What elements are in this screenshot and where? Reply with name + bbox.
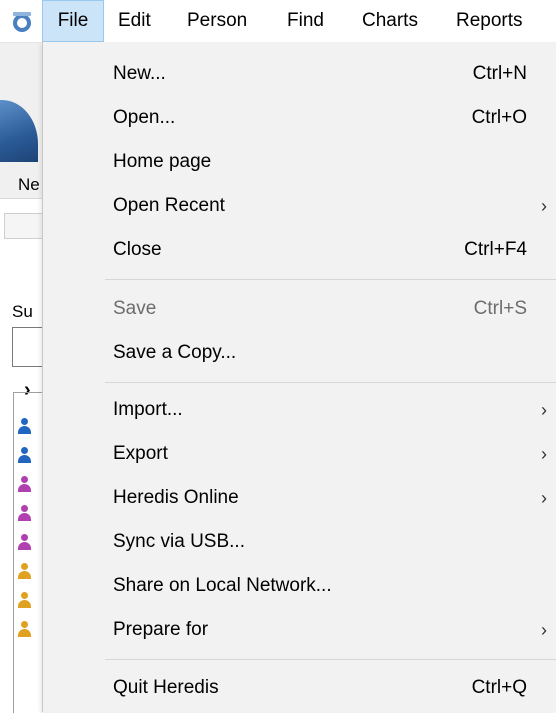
- submenu-arrow-icon: ›: [541, 400, 547, 420]
- menu-item-open-recent[interactable]: Open Recent ›: [43, 184, 556, 228]
- menu-item-import[interactable]: Import... ›: [43, 388, 556, 432]
- menu-item-label: Sync via USB...: [113, 531, 245, 552]
- person-head: [21, 534, 28, 541]
- person-head: [21, 563, 28, 570]
- submenu-arrow-icon: ›: [541, 196, 547, 216]
- menu-item-new[interactable]: New... Ctrl+N: [43, 52, 556, 96]
- heredis-logo-icon[interactable]: [10, 10, 34, 34]
- person-body: [18, 629, 31, 637]
- person-body: [18, 484, 31, 492]
- toolbar-ribbon: Ne: [0, 42, 48, 199]
- menu-item-shortcut: Ctrl+F4: [464, 239, 527, 260]
- menu-item-label: Home page: [113, 151, 212, 172]
- menu-charts[interactable]: Charts: [362, 0, 418, 42]
- person-head: [21, 505, 28, 512]
- person-icon: [18, 474, 31, 498]
- menu-item-export[interactable]: Export ›: [43, 432, 556, 476]
- person-head: [21, 592, 28, 599]
- menu-item-shortcut: Ctrl+N: [472, 63, 527, 84]
- menu-item-shortcut: Ctrl+O: [471, 107, 527, 128]
- new-file-icon[interactable]: [0, 100, 38, 162]
- menu-item-share-network[interactable]: Share on Local Network...: [43, 564, 556, 608]
- menu-file[interactable]: File: [42, 0, 104, 42]
- submenu-arrow-icon: ›: [541, 444, 547, 464]
- new-tile-label: Ne: [18, 175, 40, 194]
- submenu-arrow-icon: ›: [541, 488, 547, 508]
- search-label: Su: [12, 302, 33, 321]
- menu-item-sync-usb[interactable]: Sync via USB...: [43, 520, 556, 564]
- menu-reports[interactable]: Reports: [456, 0, 523, 42]
- menu-item-label: Quit Heredis: [113, 677, 219, 698]
- person-body: [18, 600, 31, 608]
- person-head: [21, 621, 28, 628]
- menu-item-label: Export: [113, 443, 168, 464]
- menu-item-label: New...: [113, 63, 166, 84]
- menu-item-label: Prepare for: [113, 619, 209, 640]
- person-body: [18, 542, 31, 550]
- person-body: [18, 513, 31, 521]
- menu-item-save[interactable]: Save Ctrl+S: [43, 287, 556, 331]
- menu-item-label: Heredis Online: [113, 487, 239, 508]
- person-body: [18, 571, 31, 579]
- menu-item-save-copy[interactable]: Save a Copy...: [43, 331, 556, 375]
- menu-item-label: Share on Local Network...: [113, 575, 332, 596]
- person-icon: [18, 590, 31, 614]
- person-body: [18, 426, 31, 434]
- menu-edit[interactable]: Edit: [118, 0, 151, 42]
- person-icon: [18, 445, 31, 469]
- person-icon: [18, 416, 31, 440]
- menu-item-heredis-online[interactable]: Heredis Online ›: [43, 476, 556, 520]
- menu-item-close[interactable]: Close Ctrl+F4: [43, 228, 556, 272]
- menu-item-prepare-for[interactable]: Prepare for ›: [43, 608, 556, 652]
- person-icon: [18, 619, 31, 643]
- person-icon: [18, 561, 31, 585]
- menu-item-label: Save: [113, 298, 157, 319]
- submenu-arrow-icon: ›: [541, 620, 547, 640]
- menu-item-label: Save a Copy...: [113, 342, 237, 363]
- person-body: [18, 455, 31, 463]
- person-head: [21, 418, 28, 425]
- menu-person[interactable]: Person: [187, 0, 247, 42]
- menu-find[interactable]: Find: [287, 0, 324, 42]
- menu-separator: [105, 279, 556, 280]
- person-head: [21, 476, 28, 483]
- person-icon: [18, 532, 31, 556]
- menu-item-label: Open...: [113, 107, 176, 128]
- file-menu-dropdown: New... Ctrl+N Open... Ctrl+O Home page O…: [42, 42, 556, 712]
- menu-item-label: Open Recent: [113, 195, 225, 216]
- person-head: [21, 447, 28, 454]
- menu-item-label: Import...: [113, 399, 183, 420]
- menu-separator: [105, 659, 556, 660]
- menu-item-home-page[interactable]: Home page: [43, 140, 556, 184]
- menu-bar: File Edit Person Find Charts Reports: [0, 0, 556, 43]
- menu-item-label: Close: [113, 239, 162, 260]
- menu-item-shortcut: Ctrl+S: [473, 298, 527, 319]
- menu-item-shortcut: Ctrl+Q: [471, 677, 527, 698]
- menu-item-open[interactable]: Open... Ctrl+O: [43, 96, 556, 140]
- menu-separator: [105, 382, 556, 383]
- person-icon: [18, 503, 31, 527]
- menu-item-quit[interactable]: Quit Heredis Ctrl+Q: [43, 666, 556, 710]
